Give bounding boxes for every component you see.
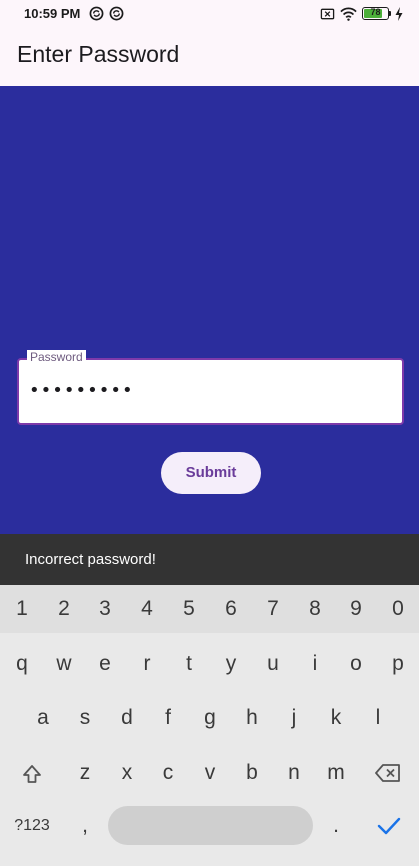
- submit-button[interactable]: Submit: [161, 452, 261, 494]
- key-6[interactable]: 6: [210, 587, 252, 631]
- snackbar-message: Incorrect password!: [25, 551, 156, 568]
- shift-icon[interactable]: [21, 763, 43, 785]
- key-x[interactable]: x: [106, 751, 148, 795]
- wifi-icon: [340, 7, 357, 21]
- backspace-icon[interactable]: [374, 763, 402, 783]
- key-z[interactable]: z: [64, 751, 106, 795]
- charging-icon: [395, 7, 403, 21]
- password-label: Password: [27, 350, 86, 364]
- key-u[interactable]: u: [252, 642, 294, 686]
- key-f[interactable]: f: [147, 696, 189, 740]
- enter-check-icon[interactable]: [376, 815, 402, 837]
- main-content: Password Submit: [0, 86, 419, 534]
- key-k[interactable]: k: [315, 696, 357, 740]
- key-1[interactable]: 1: [1, 587, 43, 631]
- key-2[interactable]: 2: [43, 587, 85, 631]
- key-e[interactable]: e: [84, 642, 126, 686]
- snackbar: Incorrect password!: [0, 534, 419, 585]
- page-title: Enter Password: [17, 41, 180, 67]
- key-t[interactable]: t: [168, 642, 210, 686]
- key-s[interactable]: s: [64, 696, 106, 740]
- key-o[interactable]: o: [335, 642, 377, 686]
- key-3[interactable]: 3: [84, 587, 126, 631]
- status-time: 10:59 PM: [24, 6, 81, 21]
- close-box-icon: [320, 8, 335, 20]
- key-v[interactable]: v: [189, 751, 231, 795]
- key-h[interactable]: h: [231, 696, 273, 740]
- space-bar[interactable]: [108, 806, 313, 845]
- key-8[interactable]: 8: [294, 587, 336, 631]
- key-j[interactable]: j: [273, 696, 315, 740]
- sync-icon: [89, 6, 104, 21]
- key-4[interactable]: 4: [126, 587, 168, 631]
- status-bar: 10:59 PM 78: [0, 0, 419, 28]
- password-input[interactable]: [29, 380, 389, 401]
- keyboard-number-row: 1 2 3 4 5 6 7 8 9 0: [0, 585, 419, 633]
- key-g[interactable]: g: [189, 696, 231, 740]
- battery-level: 78: [370, 7, 381, 17]
- key-0[interactable]: 0: [377, 587, 419, 631]
- password-field[interactable]: Password: [17, 350, 404, 425]
- key-l[interactable]: l: [357, 696, 399, 740]
- key-y[interactable]: y: [210, 642, 252, 686]
- symbols-key[interactable]: ?123: [8, 804, 56, 848]
- key-period[interactable]: .: [315, 804, 357, 848]
- battery-tip: [389, 11, 391, 16]
- key-n[interactable]: n: [273, 751, 315, 795]
- key-p[interactable]: p: [377, 642, 419, 686]
- app-bar: Enter Password: [0, 28, 419, 86]
- key-r[interactable]: r: [126, 642, 168, 686]
- key-d[interactable]: d: [106, 696, 148, 740]
- key-comma[interactable]: ,: [64, 804, 106, 848]
- battery-icon: 78: [362, 7, 389, 20]
- key-w[interactable]: w: [43, 642, 85, 686]
- key-9[interactable]: 9: [335, 587, 377, 631]
- key-q[interactable]: q: [1, 642, 43, 686]
- key-5[interactable]: 5: [168, 587, 210, 631]
- soft-keyboard: 1 2 3 4 5 6 7 8 9 0 q w e r t y u i o p …: [0, 585, 419, 866]
- sync-icon: [109, 6, 124, 21]
- key-a[interactable]: a: [22, 696, 64, 740]
- key-m[interactable]: m: [315, 751, 357, 795]
- key-c[interactable]: c: [147, 751, 189, 795]
- key-b[interactable]: b: [231, 751, 273, 795]
- key-7[interactable]: 7: [252, 587, 294, 631]
- key-i[interactable]: i: [294, 642, 336, 686]
